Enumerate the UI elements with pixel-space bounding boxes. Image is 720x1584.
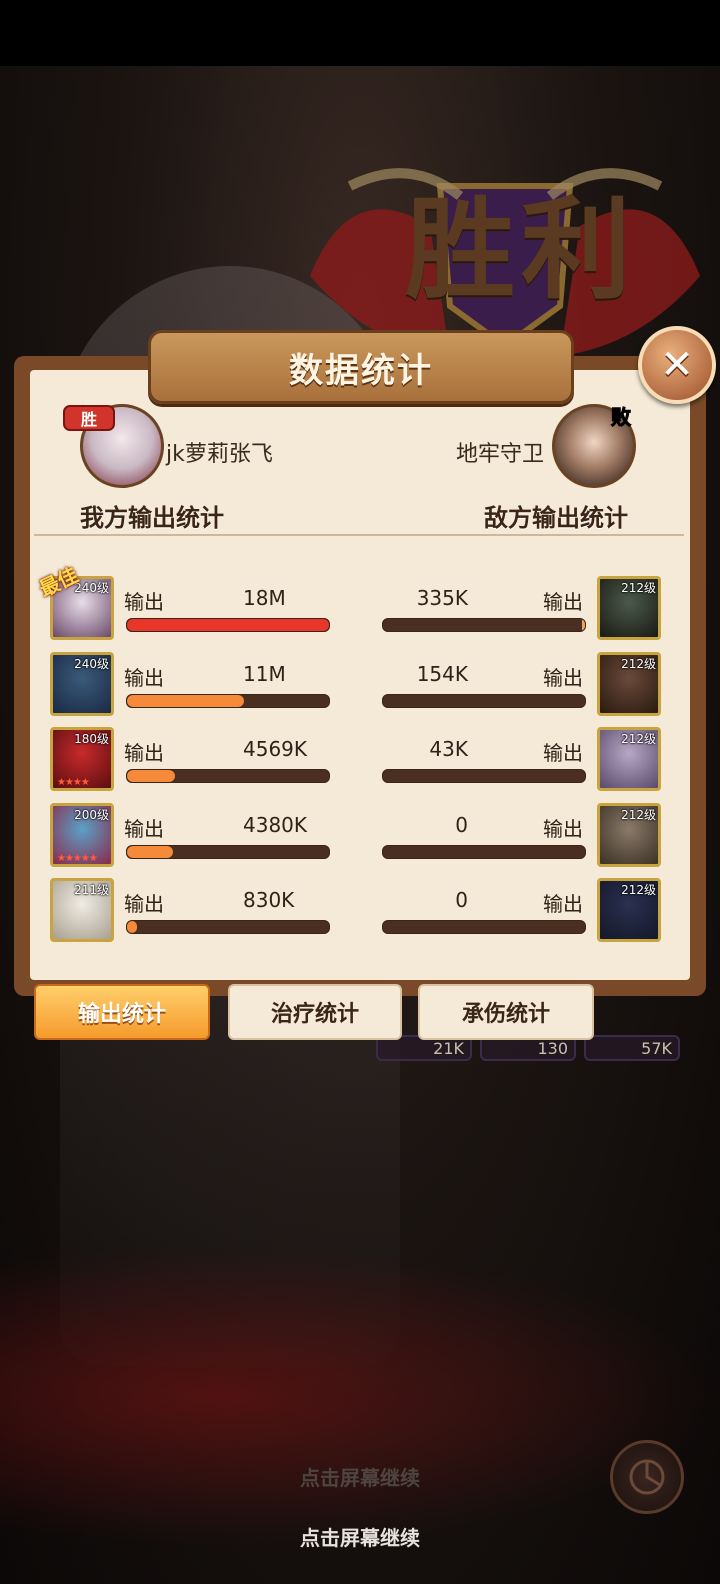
svg-text:败: 败	[611, 405, 631, 429]
enemy-damage-bar	[382, 694, 586, 708]
enemy-damage-value: 154K	[416, 662, 468, 686]
ally-damage-value: 4569K	[243, 737, 308, 761]
enemy-hero-portrait[interactable]: 212级	[597, 803, 661, 867]
ally-damage-label: 输出	[124, 741, 164, 765]
damage-row: 180级 ★★★★ 输出 4569K 43K 输出 212级	[0, 727, 720, 797]
ally-damage-label: 输出	[124, 817, 164, 841]
ally-hero-level: 211级	[74, 883, 109, 897]
panel-title-plaque: 数据统计	[148, 330, 574, 404]
enemy-damage-bar	[382, 769, 586, 783]
enemy-hero-level: 212级	[621, 883, 656, 897]
ally-damage-bar	[126, 618, 330, 632]
tab-healing[interactable]: 治疗统计	[228, 984, 402, 1040]
ally-hero-portrait[interactable]: 240级	[50, 652, 114, 716]
ally-damage-bar	[126, 694, 330, 708]
ally-damage-value: 4380K	[243, 813, 308, 837]
ally-hero-portrait[interactable]: 200级 ★★★★★	[50, 803, 114, 867]
enemy-damage-bar	[382, 618, 586, 632]
damage-row: 211级输出 830K 0 输出 212级	[0, 878, 720, 948]
ally-damage-bar	[126, 845, 330, 859]
enemy-damage-bar	[382, 920, 586, 934]
ally-damage-label: 输出	[124, 666, 164, 690]
ally-hero-level: 240级	[74, 657, 109, 671]
ally-damage-value: 18M	[243, 586, 286, 610]
pie-chart-icon	[629, 1459, 665, 1495]
ally-damage-value: 830K	[243, 888, 295, 912]
enemy-damage-bar-fill	[582, 619, 585, 631]
enemy-hero-portrait[interactable]: 212级	[597, 576, 661, 640]
enemy-hero-level: 212级	[621, 808, 656, 822]
ally-damage-bar-fill	[127, 921, 138, 933]
damage-row: 240级输出 11M 154K 输出 212级	[0, 652, 720, 722]
close-button[interactable]: ✕	[638, 326, 716, 404]
enemy-hero-level: 212级	[621, 657, 656, 671]
panel-title: 数据统计	[289, 350, 433, 391]
ally-damage-bar	[126, 769, 330, 783]
enemy-hero-portrait[interactable]: 212级	[597, 878, 661, 942]
ally-damage-bar-fill	[127, 770, 176, 782]
ally-hero-portrait[interactable]: 211级	[50, 878, 114, 942]
enemy-damage-label: 输出	[543, 590, 583, 614]
enemy-damage-value: 0	[455, 888, 468, 912]
enemy-player-name: 地牢守卫	[456, 442, 545, 467]
stats-pie-button[interactable]	[610, 1440, 684, 1514]
enemy-hero-level: 212级	[621, 732, 656, 746]
ally-damage-bar-fill	[127, 695, 245, 707]
ally-damage-label: 输出	[124, 892, 164, 916]
enemy-hero-portrait[interactable]: 212级	[597, 727, 661, 791]
ally-hero-portrait[interactable]: 180级 ★★★★	[50, 727, 114, 791]
victory-title: 胜利	[405, 185, 637, 314]
ally-player-name: jk萝莉张飞	[166, 442, 273, 467]
enemy-hero-portrait[interactable]: 212级	[597, 652, 661, 716]
ally-hero-stars: ★★★★	[57, 777, 90, 788]
ally-damage-bar-fill	[127, 619, 329, 631]
enemy-damage-value: 0	[455, 813, 468, 837]
tab-damage-output[interactable]: 输出统计	[34, 984, 210, 1040]
damage-row: 240级 输出 18M 335K 输出 212级	[0, 576, 720, 646]
enemy-damage-value: 335K	[416, 586, 468, 610]
ally-hero-level: 200级	[74, 808, 109, 822]
ally-hero-level: 180级	[74, 732, 109, 746]
header-divider	[34, 534, 684, 536]
enemy-hero-level: 212级	[621, 581, 656, 595]
tab-damage-taken[interactable]: 承伤统计	[418, 984, 594, 1040]
svg-text:胜: 胜	[81, 410, 97, 429]
background-count-3: 57K	[584, 1035, 680, 1061]
ally-hero-stars: ★★★★★	[57, 853, 98, 864]
ally-damage-value: 11M	[243, 662, 286, 686]
enemy-damage-bar	[382, 845, 586, 859]
ally-damage-bar	[126, 920, 330, 934]
enemy-damage-label: 输出	[543, 892, 583, 916]
ally-section-title: 我方输出统计	[80, 504, 224, 532]
ally-damage-bar-fill	[127, 846, 174, 858]
continue-hint[interactable]: 点击屏幕继续	[0, 1522, 720, 1551]
enemy-damage-label: 输出	[543, 817, 583, 841]
defeat-badge-icon: 败	[611, 405, 632, 430]
enemy-damage-label: 输出	[543, 741, 583, 765]
close-icon: ✕	[660, 342, 694, 388]
victory-badge-icon: 胜	[63, 405, 115, 431]
enemy-damage-label: 输出	[543, 666, 583, 690]
enemy-section-title: 敌方输出统计	[484, 504, 628, 532]
ally-damage-label: 输出	[124, 590, 164, 614]
enemy-damage-value: 43K	[429, 737, 468, 761]
damage-row: 200级 ★★★★★ 输出 4380K 0 输出 212级	[0, 803, 720, 873]
background-red-glow	[0, 1246, 720, 1546]
